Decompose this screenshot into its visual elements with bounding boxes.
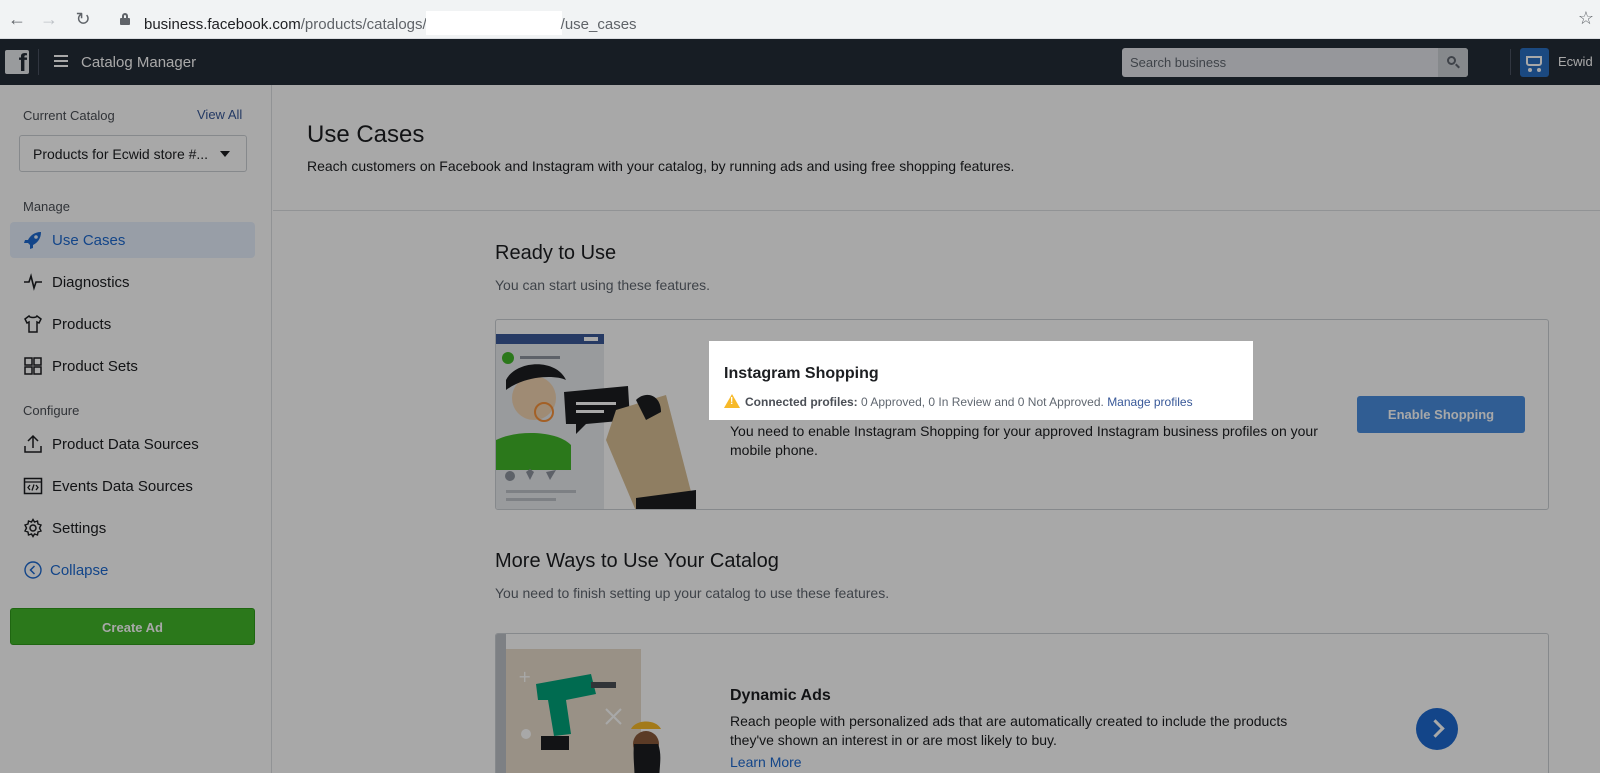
divider: [1510, 49, 1511, 75]
pulse-icon: [24, 273, 42, 291]
sidebar-item-label: Settings: [52, 520, 107, 537]
search-box: [1122, 48, 1468, 77]
page-header: Use Cases Reach customers on Facebook an…: [273, 85, 1600, 211]
sidebar-item-label: Use Cases: [52, 232, 126, 249]
forward-arrow-icon[interactable]: →: [38, 8, 60, 30]
rocket-icon: [24, 232, 41, 249]
view-all-link[interactable]: View All: [197, 107, 242, 122]
dynamic-ads-title: Dynamic Ads: [730, 687, 831, 704]
sidebar-item-product-sets[interactable]: Product Sets: [10, 348, 255, 384]
tshirt-icon: [24, 314, 42, 333]
sidebar-item-products[interactable]: Products: [10, 306, 255, 342]
sidebar-item-use-cases[interactable]: Use Cases: [10, 222, 255, 258]
catalog-select[interactable]: Products for Ecwid store #...: [19, 135, 247, 172]
connected-profiles-status: Connected profiles: 0 Approved, 0 In Rev…: [724, 394, 1193, 409]
sidebar: Current Catalog View All Products for Ec…: [0, 85, 272, 773]
instagram-shopping-title: Instagram Shopping: [724, 365, 879, 382]
sidebar-item-label: Events Data Sources: [52, 478, 193, 495]
enable-shopping-button[interactable]: Enable Shopping: [1357, 396, 1525, 433]
more-ways-description: You need to finish setting up your catal…: [495, 585, 890, 601]
collapse-sidebar-button[interactable]: Collapse: [10, 552, 255, 588]
caret-down-icon: [220, 151, 230, 157]
chevron-left-circle-icon: [24, 561, 42, 579]
redacted-catalog-id: [425, 11, 562, 35]
lock-icon: [120, 13, 130, 25]
business-avatar[interactable]: [1520, 48, 1549, 77]
ready-to-use-description: You can start using these features.: [495, 277, 711, 293]
ready-to-use-title: Ready to Use: [495, 242, 617, 264]
gear-icon: [24, 518, 42, 538]
back-arrow-icon[interactable]: ←: [6, 8, 28, 30]
page-title: Use Cases: [307, 121, 425, 148]
instagram-shopping-illustration: [496, 334, 696, 509]
search-button[interactable]: [1438, 48, 1468, 77]
address-bar[interactable]: business.facebook.com/products/catalogs/…: [108, 5, 1568, 35]
main-content: Use Cases Reach customers on Facebook an…: [273, 85, 1600, 773]
sidebar-item-events-data-sources[interactable]: Events Data Sources: [10, 468, 255, 504]
hamburger-menu-icon[interactable]: [54, 55, 68, 69]
page-description: Reach customers on Facebook and Instagra…: [307, 158, 1015, 174]
grid-icon: [24, 357, 42, 375]
bookmark-star-icon[interactable]: ☆: [1578, 8, 1594, 29]
dynamic-ads-illustration: +: [496, 634, 661, 773]
url-text: business.facebook.com/products/catalogs/…: [144, 11, 637, 35]
app-title: Catalog Manager: [81, 54, 197, 71]
configure-section-label: Configure: [23, 403, 80, 418]
instagram-shopping-highlight: Instagram Shopping Connected profiles: 0…: [709, 341, 1253, 420]
sidebar-item-label: Product Data Sources: [52, 436, 199, 453]
browser-toolbar: ← → ↻ business.facebook.com/products/cat…: [0, 0, 1600, 39]
sidebar-item-settings[interactable]: Settings: [10, 510, 255, 546]
more-ways-title: More Ways to Use Your Catalog: [495, 550, 779, 572]
sidebar-item-label: Products: [52, 316, 112, 333]
dynamic-ads-text: Reach people with personalized ads that …: [730, 713, 1288, 748]
facebook-logo-icon[interactable]: f: [5, 50, 29, 74]
dynamic-ads-card: + Dynamic Ads Reach people with personal…: [495, 633, 1549, 773]
dynamic-ads-next-button[interactable]: [1416, 708, 1458, 750]
top-navigation-bar: f Catalog Manager Ecwid: [0, 39, 1600, 85]
connected-profiles-label: Connected profiles:: [745, 395, 858, 409]
sidebar-item-label: Diagnostics: [52, 274, 130, 291]
create-ad-button[interactable]: Create Ad: [10, 608, 255, 645]
reload-icon[interactable]: ↻: [72, 8, 94, 30]
manage-section-label: Manage: [23, 199, 70, 214]
current-catalog-label: Current Catalog: [23, 108, 115, 123]
search-input[interactable]: [1122, 48, 1439, 77]
connected-profiles-counts: 0 Approved, 0 In Review and 0 Not Approv…: [857, 395, 1108, 409]
shopping-cart-icon: [1526, 56, 1542, 66]
learn-more-link[interactable]: Learn More: [730, 754, 802, 770]
divider: [38, 49, 39, 75]
svg-text:+: +: [518, 667, 531, 686]
instagram-shopping-text: You need to enable Instagram Shopping fo…: [730, 423, 1318, 458]
manage-profiles-link[interactable]: Manage profiles: [1107, 395, 1192, 409]
sidebar-item-product-data-sources[interactable]: Product Data Sources: [10, 426, 255, 462]
code-window-icon: [23, 477, 43, 495]
warning-icon: [724, 394, 740, 408]
sidebar-item-diagnostics[interactable]: Diagnostics: [10, 264, 255, 300]
catalog-select-value: Products for Ecwid store #...: [33, 146, 209, 162]
sidebar-item-label: Product Sets: [52, 358, 138, 375]
upload-icon: [24, 434, 42, 453]
collapse-label: Collapse: [50, 562, 109, 579]
business-name[interactable]: Ecwid: [1558, 54, 1593, 69]
